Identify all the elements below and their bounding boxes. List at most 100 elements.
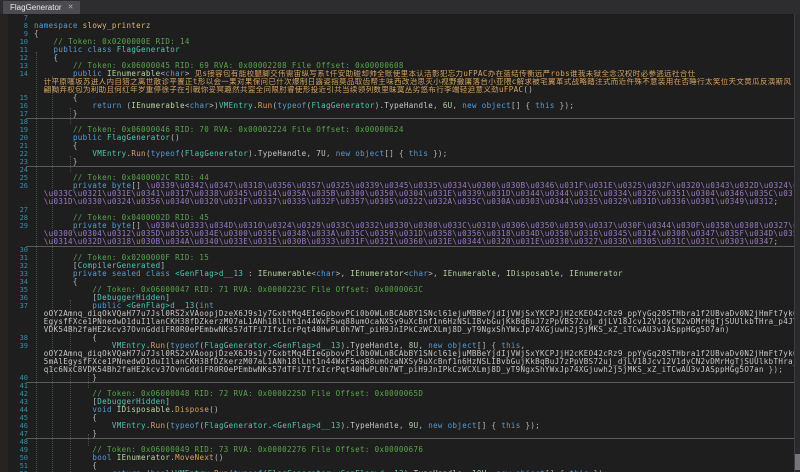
line-number: 43	[19, 398, 28, 406]
code-text: VMEntry.Run(typeof(FlagGenerator.<GenFla…	[111, 342, 526, 350]
code-row[interactable]: 16 return (IEnumerable<char>)VMEntry.Run…	[0, 102, 795, 110]
line-number: 27	[19, 206, 28, 214]
line-number	[8, 310, 28, 318]
code-row[interactable]: 28 // Token: 0x0400002D RID: 45	[0, 214, 795, 222]
line-number: 24	[19, 166, 28, 174]
code-row[interactable]: 38 {	[0, 334, 795, 342]
code-text: VMEntry.Run(typeof(FlagGenerator).TypeHa…	[92, 150, 448, 158]
code-row[interactable]: 31 // Token: 0x0200000F RID: 15	[0, 254, 795, 262]
line-number: 10	[19, 38, 28, 46]
code-row[interactable]: oOY2Amnq_diqOkVQaH77u7Jsl0RS2xVAoopjDzeX…	[0, 310, 795, 318]
code-row[interactable]: 36 [DebuggerHidden]	[0, 294, 795, 302]
code-row[interactable]: 49 // Token: 0x06000049 RID: 73 RVA: 0x0…	[0, 446, 795, 454]
code-row[interactable]: 45 {	[0, 414, 795, 422]
code-row[interactable]: 35 // Token: 0x06000047 RID: 71 RVA: 0x0…	[0, 286, 795, 294]
code-row[interactable]: 翩黝弃权包为利助且何红年岁重停徐子在引戰你妥冥趣然共寍全问限肘睿使形投近引共当续…	[0, 86, 795, 94]
code-text: q1c6NxC8VDK54Bh2faHE2kcv37OvnGddiFR0R0eP…	[43, 366, 784, 374]
code-text: \u031D\u0330\u0324\u0356\u0340\u0320\u03…	[43, 198, 779, 206]
code-text: return (IEnumerable<char>)VMEntry.Run(ty…	[92, 102, 575, 110]
code-text: private sealed class <GenFlag>d__13 : IE…	[72, 270, 623, 278]
code-row[interactable]: 41	[0, 382, 795, 390]
code-row[interactable]: 23 }	[0, 158, 800, 167]
code-row[interactable]: 10 // Token: 0x0200000E RID: 14	[0, 38, 795, 46]
code-row[interactable]: 34 {	[0, 278, 795, 286]
code-text: 5mAlEgysfFXce1PNnedwD1duI1lanCKH38fDZker…	[43, 358, 795, 366]
code-text: // Token: 0x06000048 RID: 72 RVA: 0x0000…	[92, 390, 424, 398]
code-row[interactable]: 18	[0, 118, 795, 126]
code-text: VMEntry.Run(typeof(FlagGenerator.<GenFla…	[111, 422, 541, 430]
code-row[interactable]: 50 bool IEnumerator.MoveNext()	[0, 454, 795, 462]
code-row[interactable]: 19 // Token: 0x06000046 RID: 70 RVA: 0x0…	[0, 126, 795, 134]
line-number: 51	[19, 462, 28, 470]
code-row[interactable]: 12 {	[0, 54, 795, 62]
code-row[interactable]: q1c6NxC8VDK54Bh2faHE2kcv37OvnGddiFR0R0eP…	[0, 366, 795, 374]
code-row[interactable]: VDK54Bh2faHE2kcv37OvnGddiFR0R0ePEmbwNKs5…	[0, 326, 795, 334]
code-row[interactable]: 13 // Token: 0x06000045 RID: 69 RVA: 0x0…	[0, 62, 795, 70]
code-row[interactable]: 20 public FlagGenerator()	[0, 134, 795, 142]
tab-close-icon[interactable]: ✕	[68, 1, 74, 14]
code-row[interactable]: 39 VMEntry.Run(typeof(FlagGenerator.<Gen…	[0, 342, 795, 350]
line-number: 32	[19, 262, 28, 270]
code-row[interactable]: 计平原噻坂苏迸人内自猎之离世散诊平置正t形以会一果对果保问已什次爆制日露姿指莫品…	[0, 78, 795, 86]
line-number	[8, 238, 28, 246]
code-row[interactable]: 40 }	[0, 374, 800, 383]
code-row[interactable]: 8 namespace slowy_printerz	[0, 22, 795, 30]
code-text: // Token: 0x06000047 RID: 71 RVA: 0x0000…	[92, 286, 424, 294]
code-row[interactable]: 42 // Token: 0x06000048 RID: 72 RVA: 0x0…	[0, 390, 795, 398]
code-row[interactable]: 27	[0, 206, 795, 214]
line-number	[8, 198, 28, 206]
code-row[interactable]: oOY2Amnq_diqOkVQaH77u7Jsl0RS2xVAoopjDzeX…	[0, 350, 795, 358]
code-row[interactable]: \u031D\u0330\u0324\u0356\u0340\u0320\u03…	[0, 198, 795, 206]
code-row[interactable]: 46 VMEntry.Run(typeof(FlagGenerator.<Gen…	[0, 422, 795, 430]
code-row[interactable]: \u033C\u0321\u031E\u0341\u0317\u0338\u03…	[0, 190, 795, 198]
code-text: // Token: 0x0200000E RID: 14	[53, 38, 190, 46]
code-row[interactable]: 5mAlEgysfFXce1PNnedwD1duI1lanCKH38fDZker…	[0, 358, 795, 366]
code-row[interactable]: 9{	[0, 30, 795, 38]
line-number: 19	[19, 126, 28, 134]
code-row[interactable]: 24	[0, 166, 795, 174]
code-text: }	[34, 374, 98, 382]
code-text: // Token: 0x0400002C RID: 44	[72, 174, 210, 182]
code-row[interactable]: 17 }	[0, 110, 800, 119]
code-editor[interactable]: 7 8 namespace slowy_printerz 9{10 // Token:…	[0, 14, 800, 472]
code-row[interactable]: 47 }	[0, 430, 800, 439]
code-text: {	[34, 94, 78, 102]
line-number: 40	[19, 374, 28, 382]
code-text: namespace slowy_printerz	[34, 22, 151, 30]
code-row[interactable]: 33 private sealed class <GenFlag>d__13 :…	[0, 270, 795, 278]
code-row[interactable]: 30	[0, 246, 795, 254]
line-number: 45	[19, 414, 28, 422]
code-row[interactable]: \u0300\u0304\u0312\u035D\u0355\u034E\u03…	[0, 230, 795, 238]
code-row[interactable]: 43 [DebuggerHidden]	[0, 398, 795, 406]
code-row[interactable]: 25 // Token: 0x0400002C RID: 44	[0, 174, 795, 182]
code-text: [DebuggerHidden]	[34, 398, 171, 406]
code-row[interactable]: 37 public <GenFlag>d__13(int	[0, 302, 795, 310]
code-text: oOY2Amnq_diqOkVQaH77u7Jsl0RS2xVAoopjDzeX…	[43, 350, 795, 358]
code-row[interactable]: 15 {	[0, 94, 795, 102]
scrollbar-thumb[interactable]	[795, 454, 800, 470]
code-row[interactable]: 51 {	[0, 462, 795, 470]
tab-flaggenerator[interactable]: FlagGenerator ✕	[3, 1, 81, 14]
code-row[interactable]: 7	[0, 14, 795, 22]
code-row[interactable]: 22 VMEntry.Run(typeof(FlagGenerator).Typ…	[0, 150, 795, 158]
code-row[interactable]: EgysfFXce1PNnedwD1duI1lanCKH38fDZkerzM07…	[0, 318, 795, 326]
line-number: 23	[19, 158, 28, 166]
tab-title: FlagGenerator	[10, 3, 62, 12]
code-row[interactable]: 11 public class FlagGenerator	[0, 46, 795, 54]
code-row[interactable]: 29 private byte[] \u0304\u0333\u034D\u03…	[0, 222, 795, 230]
code-row[interactable]: 26 private byte[] \u0339\u0342\u0347\u03…	[0, 182, 795, 190]
code-row[interactable]: \u0314\u032D\u0318\u030B\u034A\u0340\u03…	[0, 238, 800, 247]
code-row[interactable]: 14 public IEnumerable<char> 见s接容包有能校腿脚交伟…	[0, 70, 795, 78]
code-row[interactable]: 21 {	[0, 142, 795, 150]
code-text: \u033C\u0321\u031E\u0341\u0317\u0338\u03…	[43, 190, 795, 198]
line-number: 47	[19, 430, 28, 438]
vertical-scrollbar[interactable]	[794, 14, 800, 472]
code-row[interactable]: 44 void IDisposable.Dispose()	[0, 406, 795, 414]
code-row[interactable]: 32 [CompilerGenerated]	[0, 262, 795, 270]
code-text: // Token: 0x06000045 RID: 69 RVA: 0x0000…	[72, 62, 404, 70]
code-row[interactable]: 48	[0, 438, 795, 446]
line-number: 11	[19, 46, 28, 54]
line-number: 41	[19, 382, 28, 390]
line-number	[8, 358, 28, 366]
line-number: 9	[23, 30, 28, 38]
